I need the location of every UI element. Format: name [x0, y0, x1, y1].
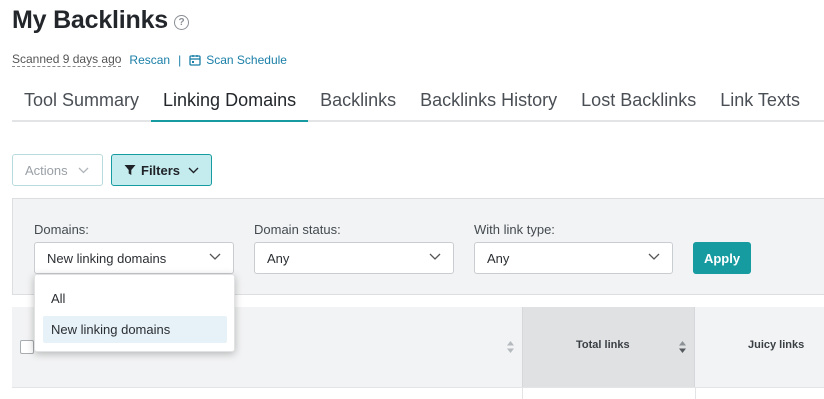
help-icon[interactable]: ? [174, 14, 190, 30]
link-type-label: With link type: [474, 222, 555, 237]
link-type-value: Any [487, 250, 510, 266]
page-title: My Backlinks [12, 6, 169, 34]
tab-backlinks[interactable]: Backlinks [308, 78, 408, 122]
tab-backlinks-history[interactable]: Backlinks History [408, 78, 569, 122]
actions-button[interactable]: Actions [12, 154, 103, 186]
scanned-status: Scanned 9 days ago [12, 52, 122, 67]
domain-status-select[interactable]: Any [254, 242, 454, 274]
select-all-checkbox[interactable] [20, 340, 34, 354]
domain-status-value: Any [267, 250, 290, 266]
apply-button[interactable]: Apply [693, 242, 751, 274]
column-divider [522, 387, 523, 399]
column-juicy-links-label[interactable]: Juicy links [748, 339, 804, 351]
actions-label: Actions [25, 162, 68, 178]
chevron-down-icon [429, 253, 441, 260]
dropdown-option-new-linking-domains[interactable]: New linking domains [43, 316, 227, 343]
tab-bar: Tool Summary Linking Domains Backlinks B… [12, 78, 824, 122]
dropdown-option-all[interactable]: All [43, 285, 227, 312]
column-divider [695, 387, 696, 399]
scan-meta: Scanned 9 days ago Rescan | Scan Schedul… [12, 52, 287, 67]
column-total-links[interactable]: Total links [522, 307, 695, 387]
filters-button[interactable]: Filters [111, 154, 212, 186]
scan-schedule-link[interactable]: Scan Schedule [189, 53, 287, 67]
chevron-down-icon [209, 253, 221, 260]
table-body [12, 387, 824, 399]
tab-link-texts[interactable]: Link Texts [708, 78, 812, 122]
page-header: My Backlinks ? [12, 6, 190, 35]
meta-separator: | [178, 52, 182, 67]
domains-dropdown-menu: All New linking domains [34, 274, 235, 352]
rescan-link[interactable]: Rescan [129, 53, 170, 67]
filters-label: Filters [141, 162, 181, 178]
domains-label: Domains: [34, 222, 89, 237]
domains-select[interactable]: New linking domains [34, 242, 234, 274]
tab-linking-domains[interactable]: Linking Domains [151, 78, 309, 122]
domain-status-label: Domain status: [254, 222, 341, 237]
domains-value: New linking domains [47, 250, 167, 266]
chevron-down-icon [188, 167, 199, 173]
link-type-select[interactable]: Any [474, 242, 673, 274]
tab-lost-backlinks[interactable]: Lost Backlinks [569, 78, 708, 122]
chevron-down-icon [648, 253, 660, 260]
sort-icon[interactable] [506, 340, 515, 354]
scan-schedule-label: Scan Schedule [206, 52, 287, 67]
chevron-down-icon [78, 167, 89, 173]
column-total-links-label: Total links [576, 339, 630, 351]
sort-icon[interactable] [678, 340, 687, 354]
filter-icon [124, 165, 136, 175]
calendar-icon [189, 54, 201, 66]
tab-tool-summary[interactable]: Tool Summary [12, 78, 151, 122]
